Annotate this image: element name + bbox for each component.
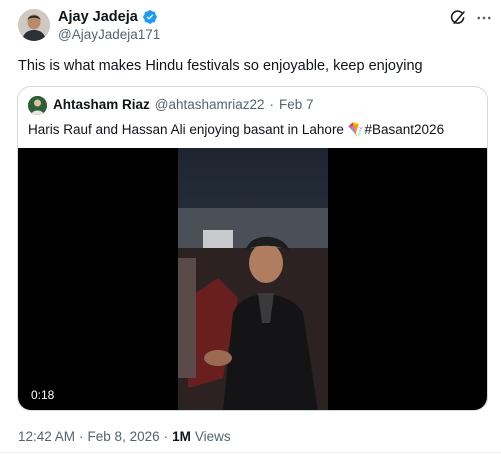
quote-avatar-image xyxy=(28,96,47,115)
quote-date: Feb 7 xyxy=(279,97,314,112)
tweet: Ajay Jadeja @AjayJadeja171 This is what … xyxy=(0,0,501,455)
author-handle[interactable]: @AjayJadeja171 xyxy=(58,27,160,42)
video-duration: 0:18 xyxy=(31,388,55,402)
video-player[interactable]: 0:18 xyxy=(18,148,487,410)
tweet-footer: 12:42 AM · Feb 8, 2026 · 1M Views xyxy=(18,429,231,444)
grok-icon[interactable] xyxy=(449,9,467,27)
quoted-tweet[interactable]: Ahtasham Riaz @ahtashamriaz22 · Feb 7 Ha… xyxy=(17,86,488,411)
tweet-time[interactable]: 12:42 AM xyxy=(18,429,75,444)
quote-separator: · xyxy=(269,97,275,112)
author-name[interactable]: Ajay Jadeja xyxy=(58,9,138,25)
quote-header: Ahtasham Riaz @ahtashamriaz22 · Feb 7 xyxy=(53,97,314,112)
author-avatar[interactable] xyxy=(18,9,50,41)
author-name-row: Ajay Jadeja xyxy=(58,9,158,25)
footer-separator: · xyxy=(79,429,84,444)
tweet-text: This is what makes Hindu festivals so en… xyxy=(18,58,423,74)
footer-separator-2: · xyxy=(163,429,169,444)
tweet-date[interactable]: Feb 8, 2026 xyxy=(88,429,160,444)
more-options-icon[interactable] xyxy=(474,8,494,28)
video-frame xyxy=(178,148,328,410)
quote-text: Haris Rauf and Hassan Ali enjoying basan… xyxy=(28,122,445,137)
verified-badge-icon xyxy=(142,9,158,25)
views-label: Views xyxy=(194,429,231,444)
quote-author-handle: @ahtashamriaz22 xyxy=(154,97,265,112)
quote-author-name: Ahtasham Riaz xyxy=(53,97,150,112)
views-count: 1M xyxy=(172,429,191,444)
avatar-image xyxy=(18,9,50,41)
quote-author-avatar[interactable] xyxy=(28,96,47,115)
divider xyxy=(0,452,501,453)
